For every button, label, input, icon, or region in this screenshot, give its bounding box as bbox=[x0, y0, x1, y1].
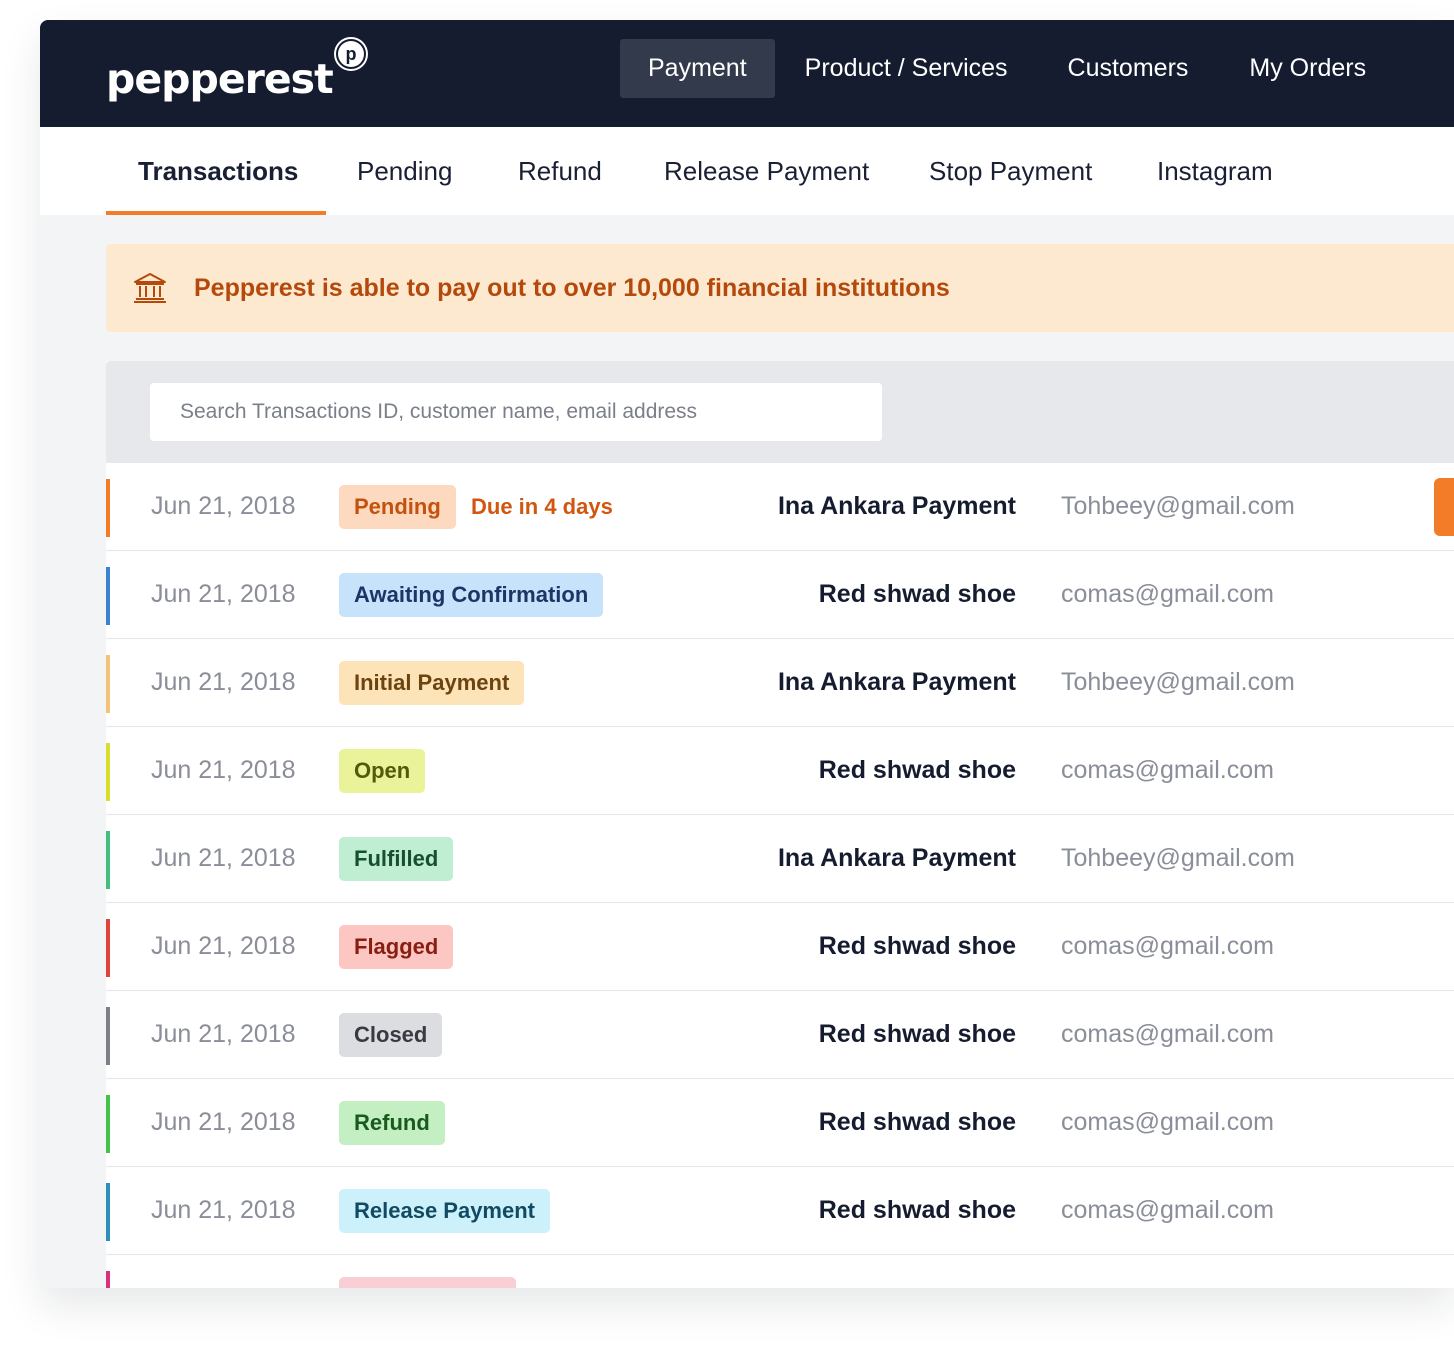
customer-email: comas@gmail.com bbox=[1061, 1019, 1274, 1048]
status-badge: Fulfilled bbox=[339, 837, 454, 881]
customer-email: comas@gmail.com bbox=[1061, 1195, 1274, 1224]
due-note: Due in 4 days bbox=[471, 494, 613, 519]
transaction-date: Jun 21, 2018 bbox=[151, 1019, 296, 1048]
product-name: Ina Ankara Payment bbox=[777, 491, 1016, 520]
transaction-date: Jun 21, 2018 bbox=[151, 667, 296, 696]
logo-badge-icon: p bbox=[334, 37, 368, 71]
product-name: Red shwad shoe bbox=[818, 755, 1016, 784]
nav-customers[interactable]: Customers bbox=[1036, 39, 1219, 98]
tab-release-payment[interactable]: Release Payment bbox=[664, 127, 869, 215]
transaction-date: Jun 21, 2018 bbox=[151, 579, 296, 608]
transaction-row[interactable]: Jun 21, 2018 Refund Red shwad shoe comas… bbox=[106, 1079, 1454, 1167]
tab-stop-payment[interactable]: Stop Payment bbox=[929, 127, 1092, 215]
product-name: Red shwad shoe bbox=[818, 1107, 1016, 1136]
status-badge: Open bbox=[339, 749, 426, 793]
status-badge: Flagged bbox=[339, 925, 454, 969]
product-name: Red shwad shoe bbox=[818, 1195, 1016, 1224]
transaction-row[interactable]: Jun 21, 2018 Pending Due in 4 days Ina A… bbox=[106, 463, 1454, 551]
nav-my-orders[interactable]: My Orders bbox=[1218, 39, 1394, 98]
status-badge: Initial Payment bbox=[339, 661, 525, 705]
transaction-row[interactable]: Jun 21, 2018 Awaiting Confirmation Red s… bbox=[106, 551, 1454, 639]
status-badge: Closed bbox=[339, 1013, 443, 1057]
status-color-bar bbox=[106, 743, 110, 801]
transaction-date: Jun 21, 2018 bbox=[151, 931, 296, 960]
transaction-date: Jun 21, 2018 bbox=[151, 1255, 296, 1289]
status-badge: Release Payment bbox=[339, 1189, 550, 1233]
product-name: Red shwad shoe bbox=[818, 1019, 1016, 1048]
transaction-row[interactable]: Jun 21, 2018 Closed Red shwad shoe comas… bbox=[106, 991, 1454, 1079]
transactions-panel: Jun 21, 2018 Pending Due in 4 days Ina A… bbox=[106, 361, 1454, 1288]
customer-email: comas@gmail.com bbox=[1061, 1255, 1274, 1289]
status-color-bar bbox=[106, 567, 110, 625]
panel-header bbox=[106, 361, 1454, 463]
product-name: Red shwad shoe bbox=[819, 1255, 1016, 1289]
transaction-row[interactable]: Jun 21, 2018 Open Red shwad shoe comas@g… bbox=[106, 727, 1454, 815]
active-tab-indicator bbox=[106, 211, 326, 215]
product-name: Red shwad shoe bbox=[818, 579, 1016, 608]
status-color-bar bbox=[106, 479, 110, 537]
transaction-date: Jun 21, 2018 bbox=[151, 843, 296, 872]
status-color-bar bbox=[106, 1271, 110, 1288]
search-input[interactable] bbox=[150, 383, 882, 441]
status-color-bar bbox=[106, 919, 110, 977]
transaction-row[interactable]: Jun 21, 2018 Release Payment Red shwad s… bbox=[106, 1167, 1454, 1255]
status-color-bar bbox=[106, 831, 110, 889]
tab-instagram[interactable]: Instagram bbox=[1157, 127, 1273, 215]
transaction-date: Jun 21, 2018 bbox=[151, 1107, 296, 1136]
transaction-date: Jun 21, 2018 bbox=[151, 1195, 296, 1224]
top-navbar: pepperest p Payment Product / Services C… bbox=[40, 20, 1454, 127]
transaction-date: Jun 21, 2018 bbox=[151, 755, 296, 784]
app-window: pepperest p Payment Product / Services C… bbox=[40, 20, 1454, 1288]
tab-refund[interactable]: Refund bbox=[518, 127, 602, 215]
transaction-row[interactable]: Jun 21, 2018 Stop Payment Red shwad shoe… bbox=[106, 1255, 1454, 1288]
status-color-bar bbox=[106, 1183, 110, 1241]
transaction-row[interactable]: Jun 21, 2018 Initial Payment Ina Ankara … bbox=[106, 639, 1454, 727]
status-badge: Stop Payment bbox=[339, 1277, 516, 1288]
customer-email: Tohbeey@gmail.com bbox=[1061, 491, 1295, 520]
nav-product-services[interactable]: Product / Services bbox=[775, 39, 1036, 98]
status-color-bar bbox=[106, 1095, 110, 1153]
row-action-button[interactable] bbox=[1434, 478, 1454, 536]
status-badge: Awaiting Confirmation bbox=[339, 573, 604, 617]
sub-tabs: Transactions Pending Refund Release Paym… bbox=[40, 127, 1454, 215]
customer-email: comas@gmail.com bbox=[1061, 931, 1274, 960]
info-banner: Pepperest is able to pay out to over 10,… bbox=[106, 244, 1454, 332]
transactions-list: Jun 21, 2018 Pending Due in 4 days Ina A… bbox=[106, 463, 1454, 1288]
banner-message: Pepperest is able to pay out to over 10,… bbox=[194, 273, 950, 302]
customer-email: Tohbeey@gmail.com bbox=[1061, 667, 1295, 696]
status-color-bar bbox=[106, 655, 110, 713]
product-name: Red shwad shoe bbox=[818, 931, 1016, 960]
transaction-row[interactable]: Jun 21, 2018 Fulfilled Ina Ankara Paymen… bbox=[106, 815, 1454, 903]
nav-payment[interactable]: Payment bbox=[620, 39, 775, 98]
pepperest-logo[interactable]: pepperest p bbox=[106, 37, 368, 104]
status-badge: Pending bbox=[339, 485, 456, 529]
status-badge: Refund bbox=[339, 1101, 445, 1145]
customer-email: comas@gmail.com bbox=[1061, 755, 1274, 784]
customer-email: comas@gmail.com bbox=[1061, 1107, 1274, 1136]
customer-email: comas@gmail.com bbox=[1061, 579, 1274, 608]
logo-wordmark: pepperest bbox=[106, 55, 334, 103]
transaction-row[interactable]: Jun 21, 2018 Flagged Red shwad shoe coma… bbox=[106, 903, 1454, 991]
main-nav: Payment Product / Services Customers My … bbox=[620, 39, 1394, 98]
product-name: Ina Ankara Payment bbox=[777, 843, 1016, 872]
product-name: Ina Ankara Payment bbox=[777, 667, 1016, 696]
tab-pending[interactable]: Pending bbox=[357, 127, 452, 215]
bank-icon bbox=[134, 273, 166, 303]
transaction-date: Jun 21, 2018 bbox=[151, 491, 296, 520]
customer-email: Tohbeey@gmail.com bbox=[1061, 843, 1295, 872]
status-color-bar bbox=[106, 1007, 110, 1065]
tab-transactions[interactable]: Transactions bbox=[138, 127, 298, 215]
